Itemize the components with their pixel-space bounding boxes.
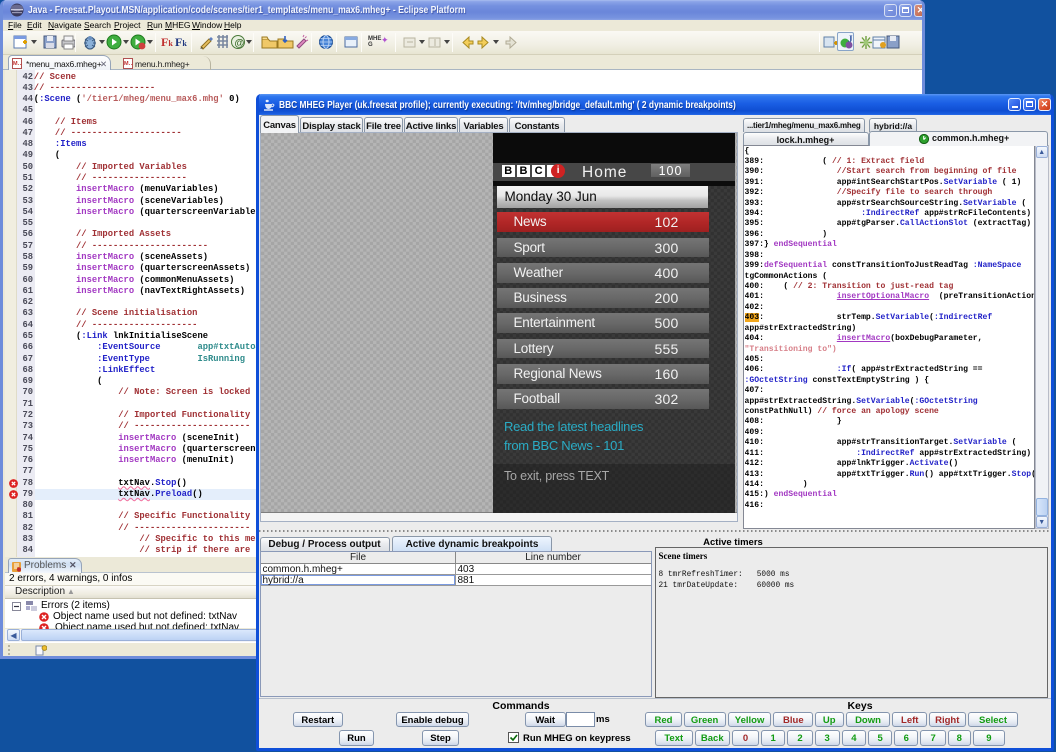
svg-text:@: @: [235, 38, 245, 49]
svg-text:M…: M…: [13, 61, 22, 67]
svg-text:M…: M…: [124, 61, 133, 67]
svg-text:J: J: [848, 34, 853, 44]
